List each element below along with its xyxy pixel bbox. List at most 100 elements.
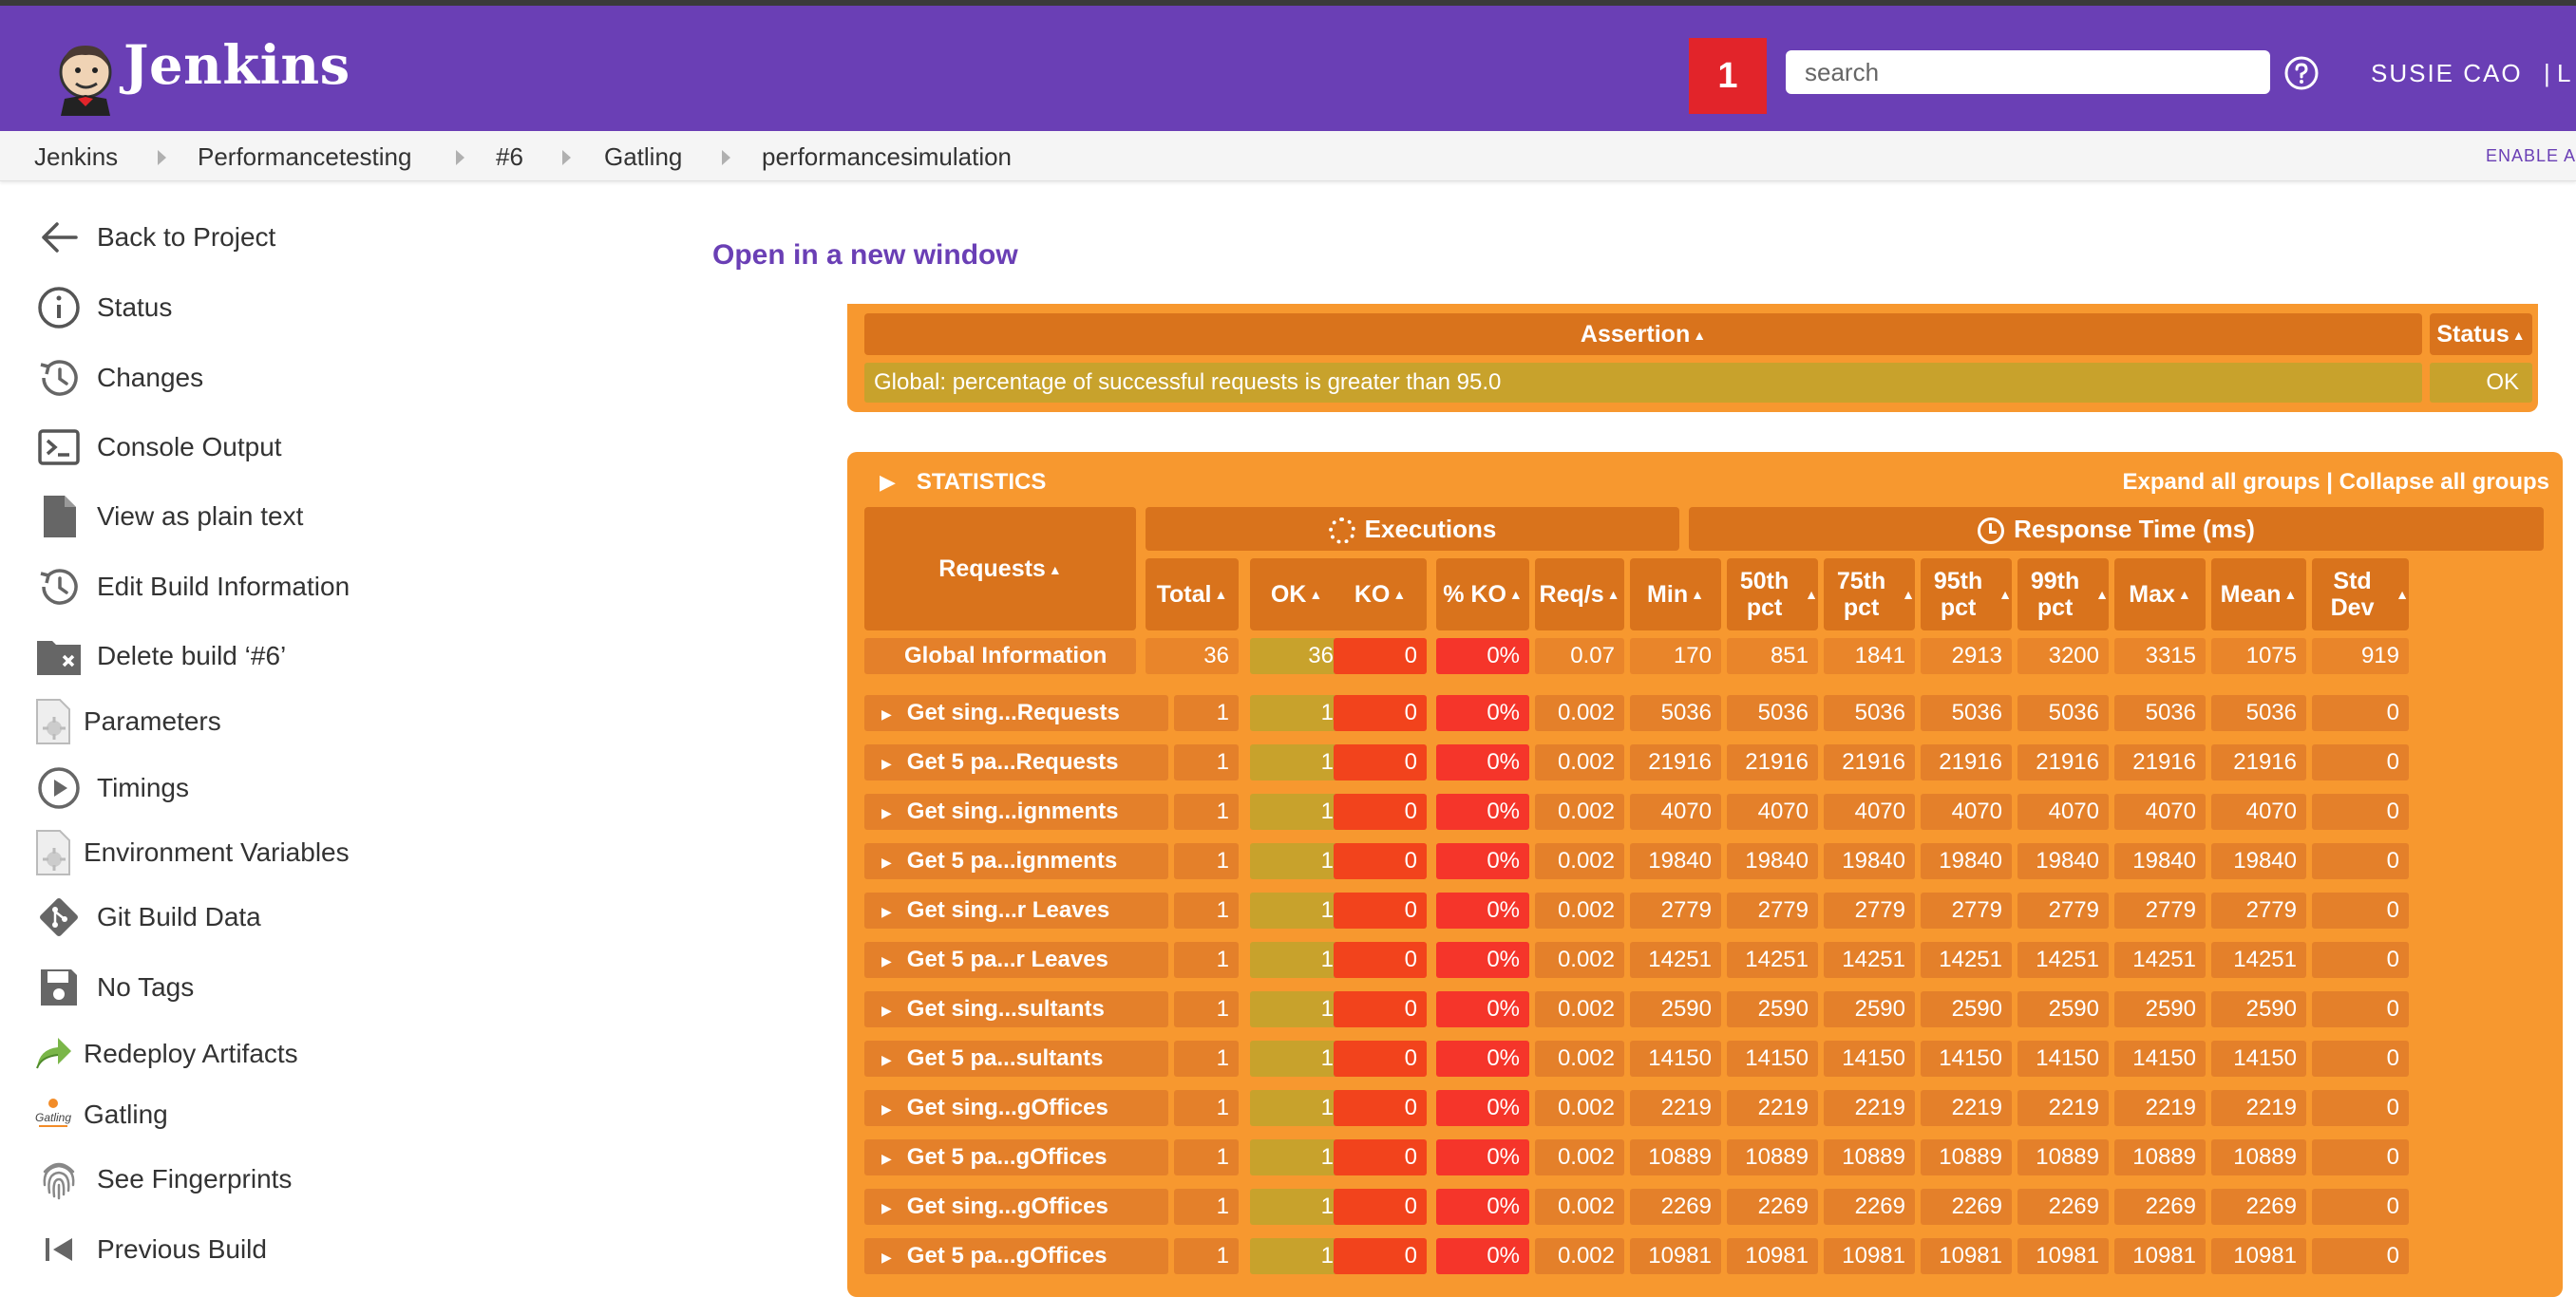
logout-link[interactable]: | L <box>2544 59 2570 88</box>
requests-column-label: Requests <box>938 555 1046 582</box>
sidebar-item-label: Delete build ‘#6’ <box>97 641 287 670</box>
request-name[interactable]: ▶︎ Get sing...gOffices <box>864 1090 1168 1126</box>
column-header-min[interactable]: Min ▲︎ <box>1630 558 1721 630</box>
cell-ko: 0% <box>1436 638 1529 674</box>
breadcrumb-item-simulation[interactable]: performancesimulation <box>762 142 1012 172</box>
sidebar-item-edit-build-information[interactable]: Edit Build Information <box>34 561 350 612</box>
request-name[interactable]: ▶︎ Get sing...ignments <box>864 794 1168 830</box>
statistics-toggle[interactable]: ▶︎ STATISTICS <box>880 461 1046 503</box>
cell-ko: 0 <box>1334 794 1427 830</box>
breadcrumb-separator[interactable] <box>722 150 730 165</box>
breadcrumb-separator[interactable] <box>562 150 571 165</box>
sidebar-item-environment-variables[interactable]: Environment Variables <box>28 827 350 878</box>
open-in-new-window-link[interactable]: Open in a new window <box>712 239 1018 272</box>
cell-ko: 0% <box>1436 794 1529 830</box>
breadcrumb-item-project[interactable]: Performancetesting <box>198 142 411 172</box>
cell-max: 10981 <box>2114 1238 2206 1274</box>
request-name[interactable]: ▶︎ Get sing...sultants <box>864 991 1168 1027</box>
column-header-75th-pct[interactable]: 75th pct ▲︎ <box>1824 558 1915 630</box>
column-header-ok[interactable]: OK ▲︎ <box>1250 558 1343 630</box>
cell-req-s: 0.002 <box>1535 942 1624 978</box>
expand-triangle-icon[interactable]: ▶︎ <box>881 1190 892 1226</box>
user-link[interactable]: SUSIE CAO <box>2371 59 2523 88</box>
cell-ko: 0% <box>1436 1041 1529 1077</box>
notification-badge[interactable]: 1 <box>1689 38 1767 114</box>
request-name[interactable]: ▶︎ Get sing...Requests <box>864 695 1168 731</box>
column-header-ko[interactable]: KO ▲︎ <box>1334 558 1427 630</box>
sidebar-item-changes[interactable]: Changes <box>34 352 203 404</box>
cell-mean: 1075 <box>2211 638 2306 674</box>
expand-triangle-icon[interactable]: ▶︎ <box>881 1140 892 1176</box>
cell-std-dev: 0 <box>2312 695 2409 731</box>
cell-std-dev: 0 <box>2312 1090 2409 1126</box>
sidebar-item-back-to-project[interactable]: Back to Project <box>34 212 275 263</box>
column-header-mean[interactable]: Mean ▲︎ <box>2211 558 2306 630</box>
cell-mean: 14150 <box>2211 1041 2306 1077</box>
request-name[interactable]: ▶︎ Get 5 pa...r Leaves <box>864 942 1168 978</box>
sidebar-item-parameters[interactable]: Parameters <box>28 696 221 747</box>
request-name[interactable]: ▶︎ Get 5 pa...Requests <box>864 744 1168 780</box>
status-column-header[interactable]: Status ▲︎ <box>2430 313 2532 355</box>
breadcrumb-item-gatling[interactable]: Gatling <box>604 142 682 172</box>
column-header-total[interactable]: Total ▲︎ <box>1146 558 1239 630</box>
expand-triangle-icon[interactable]: ▶︎ <box>881 1091 892 1127</box>
expand-triangle-icon[interactable]: ▶︎ <box>881 893 892 930</box>
breadcrumb-separator[interactable] <box>456 150 464 165</box>
assertion-column-header[interactable]: Assertion ▲︎ <box>864 313 2422 355</box>
sidebar-item-view-plain-text[interactable]: View as plain text <box>34 491 303 542</box>
expand-triangle-icon[interactable]: ▶︎ <box>881 943 892 979</box>
search-input[interactable] <box>1786 50 2270 94</box>
sidebar-item-gatling[interactable]: Gatling Gatling <box>28 1089 168 1140</box>
expand-triangle-icon[interactable]: ▶︎ <box>881 795 892 831</box>
sidebar-item-see-fingerprints[interactable]: See Fingerprints <box>34 1154 292 1205</box>
expand-triangle-icon[interactable]: ▶︎ <box>881 745 892 781</box>
cell-min: 14251 <box>1630 942 1721 978</box>
cell-95th-pct: 14251 <box>1921 942 2012 978</box>
jenkins-logo[interactable] <box>47 40 123 118</box>
expand-triangle-icon[interactable]: ▶︎ <box>881 992 892 1028</box>
request-name[interactable]: ▶︎ Get 5 pa...gOffices <box>864 1139 1168 1175</box>
column-header-50th-pct[interactable]: 50th pct ▲︎ <box>1727 558 1818 630</box>
column-header-req-s[interactable]: Req/s ▲︎ <box>1535 558 1624 630</box>
column-header-ko[interactable]: % KO ▲︎ <box>1436 558 1529 630</box>
collapse-all-groups-link[interactable]: Collapse all groups <box>2339 469 2549 495</box>
breadcrumb-item-build[interactable]: #6 <box>496 142 523 172</box>
svg-text:Gatling: Gatling <box>35 1111 71 1124</box>
enable-auto-refresh-link[interactable]: ENABLE A <box>2486 146 2576 166</box>
column-header-95th-pct[interactable]: 95th pct ▲︎ <box>1921 558 2012 630</box>
cell-req-s: 0.002 <box>1535 1238 1624 1274</box>
sidebar-item-redeploy-artifacts[interactable]: Redeploy Artifacts <box>28 1028 298 1080</box>
column-header-max[interactable]: Max ▲︎ <box>2114 558 2206 630</box>
breadcrumb-item-jenkins[interactable]: Jenkins <box>34 142 118 172</box>
expand-triangle-icon[interactable]: ▶︎ <box>881 696 892 732</box>
sidebar-item-no-tags[interactable]: No Tags <box>34 962 194 1013</box>
request-name[interactable]: ▶︎ Get 5 pa...sultants <box>864 1041 1168 1077</box>
breadcrumb: Jenkins Performancetesting #6 Gatling pe… <box>0 131 2576 181</box>
expand-triangle-icon[interactable]: ▶︎ <box>881 1239 892 1275</box>
sort-icon: ▲︎ <box>1693 328 1707 344</box>
breadcrumb-separator[interactable] <box>158 150 166 165</box>
sidebar-item-previous-build[interactable]: Previous Build <box>34 1224 267 1275</box>
sidebar-item-console-output[interactable]: Console Output <box>34 422 282 473</box>
request-name[interactable]: ▶︎ Get sing...gOffices <box>864 1189 1168 1225</box>
cell-ok: 1 <box>1250 744 1343 780</box>
expand-triangle-icon[interactable]: ▶︎ <box>881 844 892 880</box>
expand-triangle-icon[interactable]: ▶︎ <box>881 1042 892 1078</box>
sidebar-item-label: Gatling <box>84 1100 168 1129</box>
column-header-99th-pct[interactable]: 99th pct ▲︎ <box>2017 558 2109 630</box>
expand-all-groups-link[interactable]: Expand all groups <box>2123 469 2320 495</box>
sidebar-item-status[interactable]: Status <box>34 282 172 333</box>
column-header-std-dev[interactable]: Std Dev ▲︎ <box>2312 558 2409 630</box>
brand-name[interactable]: Jenkins <box>123 34 350 97</box>
cell-ko: 0% <box>1436 893 1529 929</box>
request-name[interactable]: ▶︎ Get 5 pa...gOffices <box>864 1238 1168 1274</box>
sidebar-item-delete-build[interactable]: Delete build ‘#6’ <box>34 630 286 682</box>
cell-95th-pct: 19840 <box>1921 843 2012 879</box>
request-name[interactable]: ▶︎ Get 5 pa...ignments <box>864 843 1168 879</box>
help-icon[interactable] <box>2284 56 2319 90</box>
sidebar-item-timings[interactable]: Timings <box>34 762 189 814</box>
cell-min: 170 <box>1630 638 1721 674</box>
requests-column-header[interactable]: Requests ▲︎ <box>864 507 1136 630</box>
sidebar-item-git-build-data[interactable]: Git Build Data <box>34 892 261 943</box>
request-name[interactable]: ▶︎ Get sing...r Leaves <box>864 893 1168 929</box>
